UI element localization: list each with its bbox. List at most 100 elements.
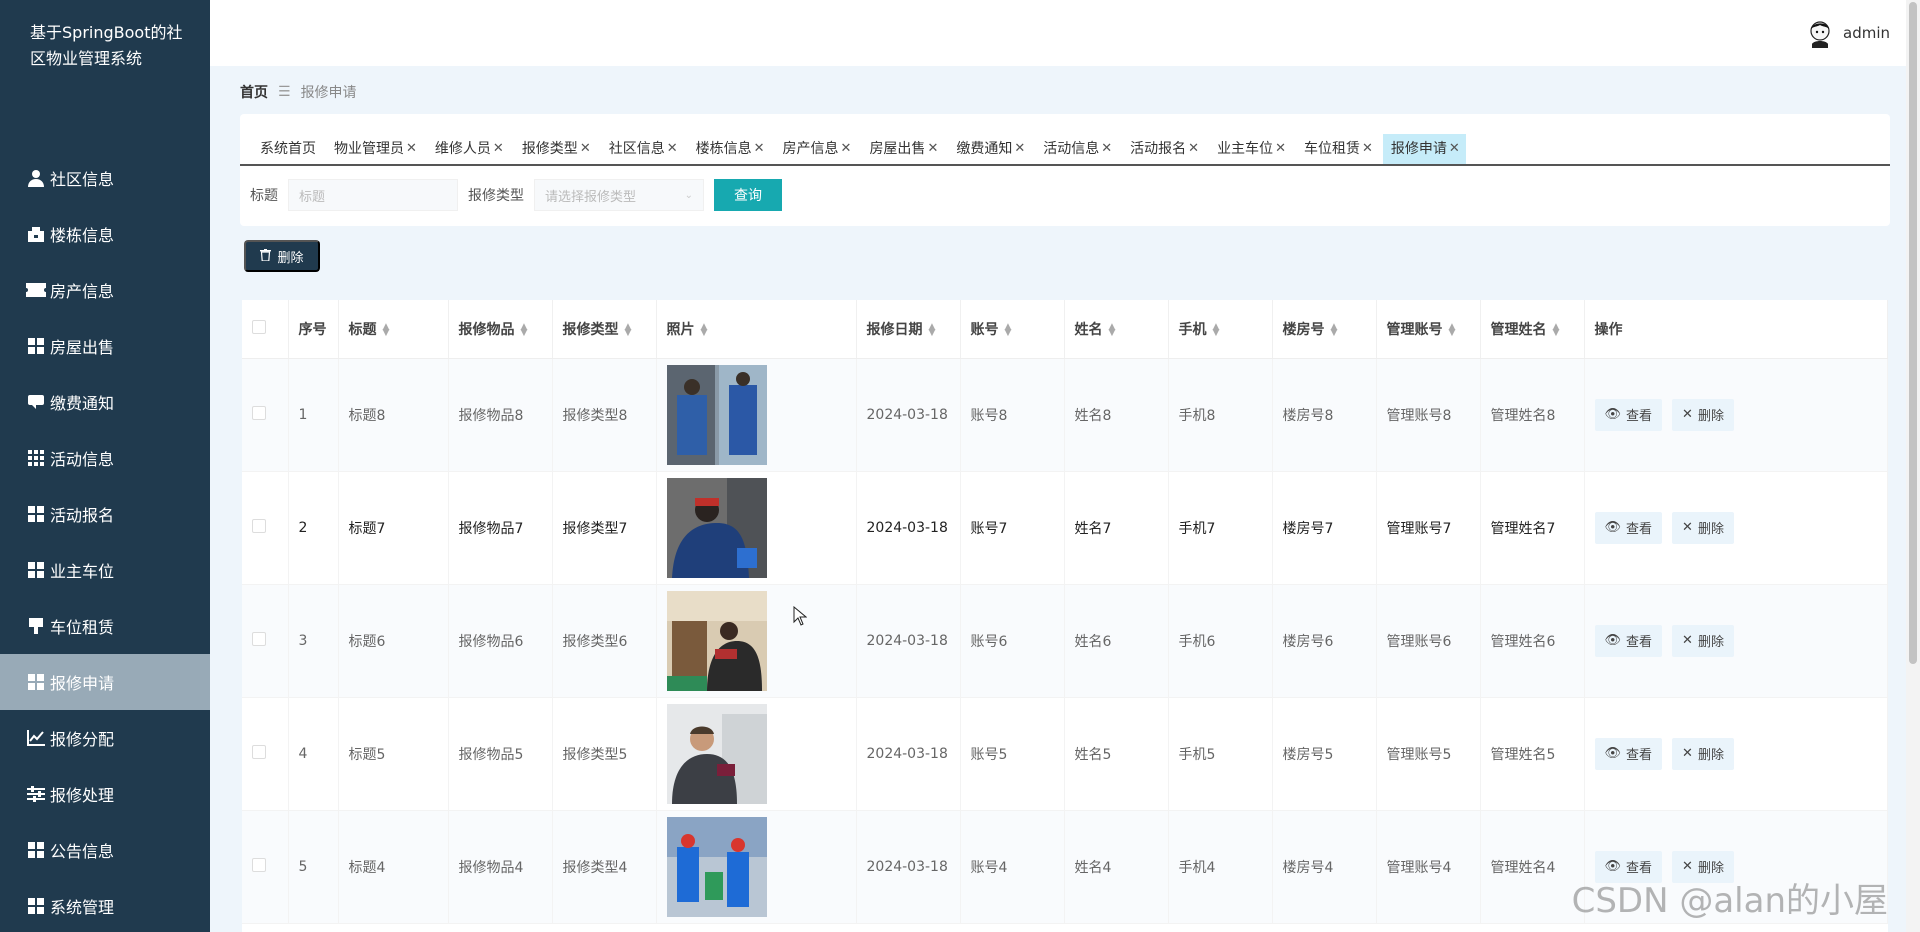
sidebar-item-building[interactable]: 楼栋信息 xyxy=(0,206,210,262)
col-room[interactable]: 楼房号 ▲ ▼ xyxy=(1272,300,1377,359)
table-row[interactable]: 4 标题5 报修物品5 报修类型5 2024-03-18 账号5 姓名5 手机5… xyxy=(242,697,1888,811)
breadcrumb-home[interactable]: 首页 xyxy=(240,82,268,102)
tab-property-info[interactable]: 房产信息 ✕ xyxy=(775,134,858,164)
close-icon[interactable]: ✕ xyxy=(1275,134,1286,164)
table-row[interactable]: 1 标题8 报修物品8 报修类型8 2024-03-18 账号8 姓名8 手机8… xyxy=(242,358,1888,472)
sort-icon[interactable]: ▲ ▼ xyxy=(625,322,632,337)
col-phone[interactable]: 手机 ▲ ▼ xyxy=(1168,300,1273,359)
col-title[interactable]: 标题 ▲ ▼ xyxy=(338,300,449,359)
delete-button[interactable]: ✕ 删除 xyxy=(1672,737,1734,770)
view-button[interactable]: 👁 查看 xyxy=(1594,624,1663,657)
sidebar-item-activity-signup[interactable]: 活动报名 xyxy=(0,486,210,542)
col-name[interactable]: 姓名 ▲ ▼ xyxy=(1064,300,1169,359)
close-icon[interactable]: ✕ xyxy=(1362,134,1373,164)
select-all-checkbox[interactable] xyxy=(252,319,266,334)
row-checkbox[interactable] xyxy=(252,744,266,759)
sort-icon[interactable]: ▲ ▼ xyxy=(929,322,936,337)
sort-icon[interactable]: ▲ ▼ xyxy=(521,322,528,337)
view-label: 查看 xyxy=(1626,748,1653,763)
col-type[interactable]: 报修类型 ▲ ▼ xyxy=(552,300,657,359)
sort-icon[interactable]: ▲ ▼ xyxy=(1449,322,1456,337)
tab-home[interactable]: 系统首页 xyxy=(252,134,322,164)
tab-house-sale[interactable]: 房屋出售 ✕ xyxy=(861,134,944,164)
sort-icon[interactable]: ▲ ▼ xyxy=(1005,322,1012,337)
sidebar-item-parking-rental[interactable]: 车位租赁 xyxy=(0,598,210,654)
row-checkbox[interactable] xyxy=(252,631,266,646)
tab-activity-info[interactable]: 活动信息 ✕ xyxy=(1035,134,1118,164)
table-row[interactable]: 3 标题6 报修物品6 报修类型6 2024-03-18 账号6 姓名6 手机6… xyxy=(242,584,1888,698)
tab-community-info[interactable]: 社区信息 ✕ xyxy=(601,134,684,164)
repair-photo[interactable] xyxy=(666,816,767,917)
col-mgr-account[interactable]: 管理账号 ▲ ▼ xyxy=(1376,300,1481,359)
row-checkbox[interactable] xyxy=(252,405,266,420)
tab-owner-parking[interactable]: 业主车位 ✕ xyxy=(1209,134,1292,164)
tab-activity-signup[interactable]: 活动报名 ✕ xyxy=(1122,134,1205,164)
sidebar-item-property[interactable]: 房产信息 xyxy=(0,262,210,318)
delete-button[interactable]: ✕ 删除 xyxy=(1672,511,1734,544)
close-icon[interactable]: ✕ xyxy=(927,134,938,164)
repair-photo[interactable] xyxy=(666,590,767,691)
view-button[interactable]: 👁 查看 xyxy=(1594,398,1663,431)
sort-icon[interactable]: ▲ ▼ xyxy=(1553,322,1560,337)
close-icon[interactable]: ✕ xyxy=(667,134,678,164)
close-icon[interactable]: ✕ xyxy=(1449,134,1460,164)
table-row[interactable]: 2 标题7 报修物品7 报修类型7 2024-03-18 账号7 姓名7 手机7… xyxy=(242,471,1888,585)
close-icon[interactable]: ✕ xyxy=(754,134,765,164)
tab-repair-request[interactable]: 报修申请 ✕ xyxy=(1382,134,1466,164)
col-photo[interactable]: 照片 ▲ ▼ xyxy=(656,300,857,359)
sidebar-item-label: 报修处理 xyxy=(50,786,115,805)
col-mgr-name[interactable]: 管理姓名 ▲ ▼ xyxy=(1480,300,1585,359)
close-icon[interactable]: ✕ xyxy=(493,134,504,164)
sidebar-item-announcement[interactable]: 公告信息 xyxy=(0,822,210,878)
repair-photo[interactable] xyxy=(666,477,767,578)
close-icon[interactable]: ✕ xyxy=(580,134,591,164)
sidebar-item-house-sale[interactable]: 房屋出售 xyxy=(0,318,210,374)
sidebar-item-activity-info[interactable]: 活动信息 xyxy=(0,430,210,486)
close-icon[interactable]: ✕ xyxy=(1188,134,1199,164)
tab-building-info[interactable]: 楼栋信息 ✕ xyxy=(688,134,771,164)
scrollbar-thumb[interactable] xyxy=(1909,2,1917,664)
tabs-search-panel: 系统首页 物业管理员 ✕ 维修人员 ✕ 报修类型 ✕ 社区信息 ✕ 楼栋信息 ✕ 房产信息… xyxy=(240,114,1890,226)
query-button[interactable]: 查询 xyxy=(714,179,782,211)
tab-repair-staff[interactable]: 维修人员 ✕ xyxy=(427,134,510,164)
delete-button[interactable]: ✕ 删除 xyxy=(1672,624,1734,657)
tab-repair-type[interactable]: 报修类型 ✕ xyxy=(514,134,597,164)
user-menu[interactable]: admin xyxy=(1807,18,1890,48)
sort-icon[interactable]: ▲ ▼ xyxy=(1109,322,1116,337)
delete-button[interactable]: ✕ 删除 xyxy=(1672,398,1734,431)
tab-property-admin[interactable]: 物业管理员 ✕ xyxy=(326,134,423,164)
page-scrollbar[interactable] xyxy=(1906,0,1920,932)
view-button[interactable]: 👁 查看 xyxy=(1594,511,1663,544)
close-icon[interactable]: ✕ xyxy=(841,134,852,164)
grid-icon xyxy=(26,672,46,692)
col-date[interactable]: 报修日期 ▲ ▼ xyxy=(856,300,961,359)
batch-delete-button[interactable]: 删除 xyxy=(244,240,320,272)
sidebar-item-payment-notice[interactable]: 缴费通知 xyxy=(0,374,210,430)
view-button[interactable]: 👁 查看 xyxy=(1594,737,1663,770)
repair-type-select[interactable]: 请选择报修类型 ⌄ xyxy=(534,179,704,211)
sidebar-item-repair-assign[interactable]: 报修分配 xyxy=(0,710,210,766)
tab-payment-notice[interactable]: 缴费通知 ✕ xyxy=(948,134,1031,164)
sidebar-item-repair-request[interactable]: 报修申请 xyxy=(0,654,210,710)
repair-photo[interactable] xyxy=(666,703,767,804)
sidebar-item-repair-handle[interactable]: 报修处理 xyxy=(0,766,210,822)
sort-icon[interactable]: ▲ ▼ xyxy=(383,322,390,337)
close-icon[interactable]: ✕ xyxy=(1101,134,1112,164)
cell-mgr-name: 管理姓名4 xyxy=(1480,810,1585,924)
repair-photo[interactable] xyxy=(666,364,767,465)
sidebar-item-owner-parking[interactable]: 业主车位 xyxy=(0,542,210,598)
cell-item: 报修物品5 xyxy=(448,697,553,811)
sidebar-item-community[interactable]: 社区信息 xyxy=(0,150,210,206)
sort-icon[interactable]: ▲ ▼ xyxy=(1331,322,1338,337)
col-item[interactable]: 报修物品 ▲ ▼ xyxy=(448,300,553,359)
row-checkbox[interactable] xyxy=(252,857,266,872)
close-icon[interactable]: ✕ xyxy=(406,134,417,164)
sidebar-item-system[interactable]: 系统管理 xyxy=(0,878,210,932)
sort-icon[interactable]: ▲ ▼ xyxy=(701,322,708,337)
row-checkbox[interactable] xyxy=(252,518,266,533)
title-search-input[interactable]: 标题 xyxy=(288,179,458,211)
close-icon[interactable]: ✕ xyxy=(1014,134,1025,164)
col-account[interactable]: 账号 ▲ ▼ xyxy=(960,300,1065,359)
tab-parking-rental[interactable]: 车位租赁 ✕ xyxy=(1296,134,1379,164)
sort-icon[interactable]: ▲ ▼ xyxy=(1213,322,1220,337)
